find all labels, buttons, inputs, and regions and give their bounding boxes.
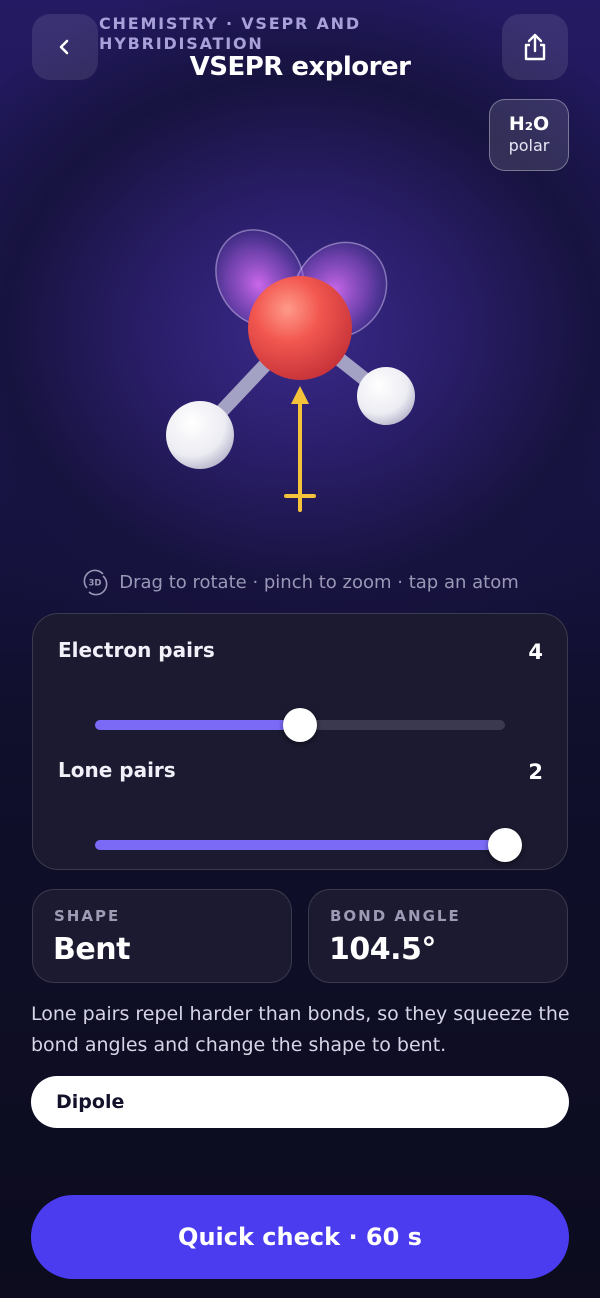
electron-pairs-slider[interactable] xyxy=(95,708,505,742)
lone-pairs-slider-fill xyxy=(95,840,505,850)
gesture-hint-text: Drag to rotate · pinch to zoom · tap an … xyxy=(119,571,519,593)
electron-pairs-value: 4 xyxy=(528,640,543,664)
rotate-3d-icon: 3D xyxy=(83,569,108,596)
shape-card: SHAPE Bent xyxy=(32,889,292,983)
hydrogen-atom-right[interactable] xyxy=(357,367,415,425)
molecule-formula: H₂O xyxy=(508,113,550,135)
share-icon xyxy=(524,33,546,61)
hydrogen-atom-left[interactable] xyxy=(166,401,234,469)
electron-pairs-slider-fill xyxy=(95,720,300,730)
dipole-arrow xyxy=(284,386,316,512)
slider-card: Electron pairs 4 Lone pairs 2 xyxy=(32,613,568,870)
gesture-hint: 3D Drag to rotate · pinch to zoom · tap … xyxy=(0,568,600,596)
bond-angle-card: BOND ANGLE 104.5° xyxy=(308,889,568,983)
molecule-badge[interactable]: H₂O polar xyxy=(489,99,569,171)
electron-pairs-label: Electron pairs xyxy=(58,638,215,662)
lone-pairs-slider-thumb[interactable] xyxy=(488,828,522,862)
lone-pairs-label: Lone pairs xyxy=(58,758,176,782)
bond-angle-label: BOND ANGLE xyxy=(330,907,461,925)
oxygen-atom[interactable] xyxy=(248,276,352,380)
dipole-toggle-button[interactable]: Dipole xyxy=(31,1076,569,1128)
molecule-polarity: polar xyxy=(508,136,550,155)
lone-pairs-value: 2 xyxy=(528,760,543,784)
svg-text:3D: 3D xyxy=(89,579,102,589)
lone-pairs-slider[interactable] xyxy=(95,828,522,862)
breadcrumb: CHEMISTRY · VSEPR AND HYBRIDISATION xyxy=(99,14,361,53)
molecule-viewer[interactable] xyxy=(150,210,450,530)
electron-pairs-slider-row: Electron pairs 4 xyxy=(33,638,567,758)
shape-value: Bent xyxy=(53,932,130,967)
shape-label: SHAPE xyxy=(54,907,121,925)
bond-angle-value: 104.5° xyxy=(329,932,436,967)
explanation-text: Lone pairs repel harder than bonds, so t… xyxy=(31,1003,570,1056)
electron-pairs-slider-thumb[interactable] xyxy=(283,708,317,742)
share-button[interactable] xyxy=(502,14,568,80)
quick-check-button[interactable]: Quick check · 60 s xyxy=(31,1195,569,1279)
lone-pairs-slider-row: Lone pairs 2 xyxy=(33,758,567,878)
